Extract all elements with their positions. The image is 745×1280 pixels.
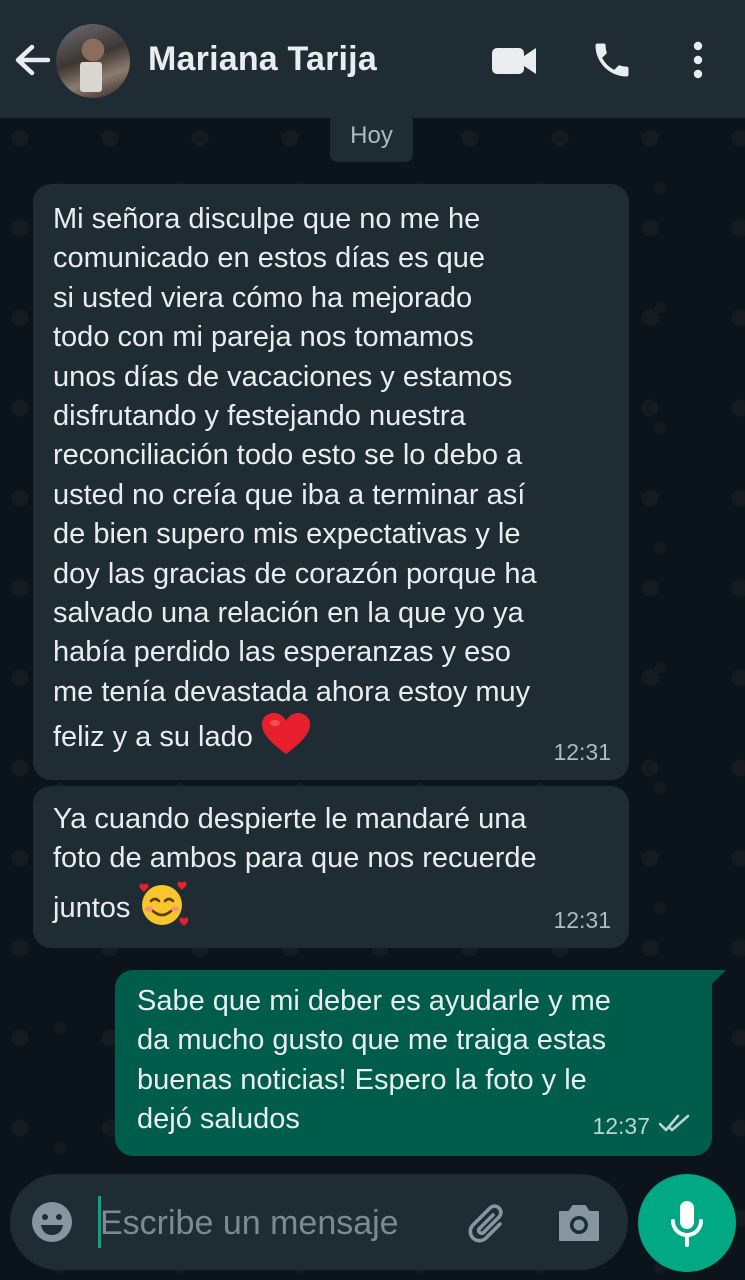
smiling-face-with-hearts-emoji: [138, 879, 189, 938]
microphone-icon: [671, 1201, 703, 1247]
emoji-icon[interactable]: [30, 1200, 74, 1244]
back-arrow-icon[interactable]: [12, 38, 52, 82]
contact-avatar[interactable]: [56, 24, 130, 98]
message-composer: [10, 1174, 628, 1270]
message-meta: 12:37: [592, 1107, 692, 1146]
contact-name[interactable]: Mariana Tarija: [148, 40, 377, 79]
message-input[interactable]: [98, 1194, 442, 1252]
phone-call-icon[interactable]: [590, 38, 634, 82]
message-time: 12:31: [553, 906, 611, 933]
chat-header: Mariana Tarija: [0, 0, 745, 118]
microphone-button[interactable]: [638, 1174, 736, 1272]
message-time: 12:31: [553, 738, 611, 765]
outgoing-message[interactable]: Sabe que mi deber es ayudarle y me da mu…: [115, 970, 712, 1156]
incoming-message[interactable]: Ya cuando despierte le mandaré una foto …: [33, 786, 629, 948]
message-text: Mi señora disculpe que no me he comunica…: [53, 203, 537, 754]
message-text: Sabe que mi deber es ayudarle y me da mu…: [137, 985, 611, 1136]
bubble-tail: [708, 970, 726, 988]
date-divider: Hoy: [330, 114, 413, 162]
message-time: 12:37: [592, 1112, 650, 1139]
message-text: Ya cuando despierte le mandaré una foto …: [53, 803, 537, 924]
red-heart-emoji: [261, 712, 311, 767]
camera-icon[interactable]: [556, 1200, 602, 1244]
video-call-icon[interactable]: [490, 38, 538, 82]
incoming-message[interactable]: Mi señora disculpe que no me he comunica…: [33, 184, 629, 780]
more-options-icon[interactable]: [686, 38, 710, 82]
double-check-icon: [658, 1107, 692, 1146]
attach-icon[interactable]: [466, 1198, 512, 1246]
